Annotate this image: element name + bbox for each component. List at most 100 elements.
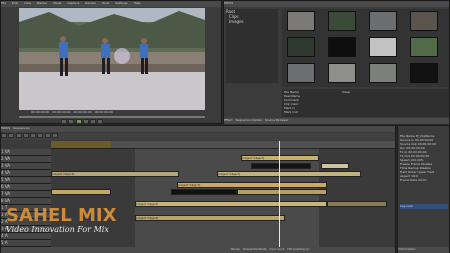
menu-tools[interactable]: Tools	[102, 1, 109, 5]
save-icon[interactable]	[15, 133, 22, 138]
info-value: Upper Field	[417, 170, 435, 174]
ripple-icon[interactable]	[51, 133, 58, 138]
bin-tabs: Effect Sequence marker Source Browser	[224, 118, 449, 124]
tab-effect[interactable]: Effect	[224, 118, 233, 122]
step-back-icon[interactable]	[68, 119, 75, 124]
bin-titlebar: EDIUS	[224, 1, 449, 7]
timeline-titlebar: EDIUS Sequence1	[1, 126, 395, 132]
status-mode: Overwrite Mode	[242, 247, 267, 251]
menu-edit[interactable]: Edit	[12, 1, 18, 5]
playhead[interactable]	[279, 141, 280, 247]
undo-icon[interactable]	[22, 133, 29, 138]
menu-capture[interactable]: Capture	[67, 1, 79, 5]
track-header[interactable]: 5 A	[1, 240, 51, 247]
menu-help[interactable]: Help	[134, 1, 141, 5]
track-header[interactable]: 6 VA	[1, 184, 51, 191]
cut-icon[interactable]	[37, 133, 44, 138]
track-header[interactable]: 1 VA	[1, 149, 51, 156]
track-header[interactable]: 4 A	[1, 233, 51, 240]
loop-icon[interactable]	[97, 119, 104, 124]
bin-title: EDIUS	[224, 1, 234, 5]
clip-thumbnail[interactable]	[328, 63, 356, 83]
folder-item-images[interactable]: Images	[226, 19, 278, 24]
watermark-brand: SAHEL MIX	[6, 205, 117, 226]
timeline-title: EDIUS	[1, 126, 11, 130]
timeline-clip[interactable]	[321, 163, 349, 169]
status-sync: Sync Lock	[269, 247, 285, 251]
watermark-tagline: Video Innovation For Mix	[6, 225, 109, 234]
track-header[interactable]: 4 VA	[1, 170, 51, 177]
clip-grid	[282, 9, 449, 87]
info-key: Frame Rate	[400, 178, 418, 182]
tab-information[interactable]: Information	[398, 247, 449, 253]
prop-value: Silver	[342, 90, 351, 94]
menu-mode[interactable]: Mode	[53, 1, 61, 5]
timeline-clip[interactable]: [object Object]	[135, 201, 327, 207]
clip-thumbnail[interactable]	[410, 37, 438, 57]
clip-thumbnail[interactable]	[369, 11, 397, 31]
clip-thumbnail[interactable]	[287, 11, 315, 31]
status-loading: HD Loading on	[287, 247, 310, 251]
timeline-clip[interactable]	[51, 189, 111, 195]
player-window: File Edit View Marker Mode Capture Rende…	[0, 0, 222, 124]
timecode-in: 00:00:00;00	[31, 110, 50, 114]
clip-thumbnail[interactable]	[369, 37, 397, 57]
info-value: 29.97	[418, 178, 427, 182]
folder-tree: Root Clips Images	[226, 9, 278, 83]
tab-source-browser[interactable]: Source Browser	[265, 118, 288, 122]
menu-file[interactable]: File	[1, 1, 6, 5]
menu-marker[interactable]: Marker	[37, 1, 47, 5]
timeline-clip[interactable]: [object Object]	[51, 171, 179, 177]
timecode-cur: 00:00:00;00	[94, 110, 113, 114]
step-forward-icon[interactable]	[82, 119, 89, 124]
bin-window: EDIUS Root Clips Images File Name Reel N…	[223, 0, 450, 124]
rewind-icon[interactable]	[61, 119, 67, 124]
project-name: Sequence1	[13, 126, 30, 130]
timeline-statusbar: Pause Overwrite Mode Sync Lock HD Loadin…	[1, 247, 395, 253]
track-header[interactable]: 5 VA	[1, 177, 51, 184]
track-header[interactable]: 8 VA	[1, 198, 51, 205]
clip-thumbnail[interactable]	[410, 63, 438, 83]
player-scrubber[interactable]	[19, 116, 205, 118]
player-timecodes: 00:00:00;00 00:00:00;00 00:00:00;00 00:0…	[31, 110, 113, 115]
layouter-item[interactable]: Layouter	[400, 204, 448, 209]
menu-settings[interactable]: Settings	[115, 1, 127, 5]
clip-thumbnail[interactable]	[328, 37, 356, 57]
timeline-clip[interactable]	[327, 201, 387, 207]
menu-render[interactable]: Render	[85, 1, 96, 5]
fast-forward-icon[interactable]	[90, 119, 97, 124]
status-pause: Pause	[231, 247, 240, 251]
prop-label: Mark Out	[284, 110, 298, 114]
track-header[interactable]: 2 VA	[1, 156, 51, 163]
new-sequence-icon[interactable]	[1, 133, 7, 138]
info-panel: File Name IP_ClipName Source In 00:00:00…	[397, 125, 450, 253]
clip-thumbnail[interactable]	[369, 63, 397, 83]
razor-icon[interactable]	[44, 133, 51, 138]
play-icon[interactable]	[75, 119, 82, 124]
watermark: SAHEL MIX Video Innovation For Mix	[6, 205, 117, 235]
open-icon[interactable]	[8, 133, 15, 138]
timeline-clip[interactable]: [object Object]	[241, 155, 319, 161]
redo-icon[interactable]	[30, 133, 37, 138]
timeline-clip[interactable]: [object Object]	[135, 215, 285, 221]
timeline-toolbar	[1, 133, 395, 140]
clip-thumbnail[interactable]	[287, 63, 315, 83]
timeline-clip[interactable]: [object Object]	[177, 182, 327, 188]
menu-view[interactable]: View	[24, 1, 31, 5]
timecode-dur: 00:00:00;00	[73, 110, 92, 114]
track-header[interactable]: 7 VA	[1, 191, 51, 198]
tab-sequence-marker[interactable]: Sequence marker	[236, 118, 262, 122]
player-menubar: File Edit View Marker Mode Capture Rende…	[1, 1, 221, 7]
timeline-clip[interactable]	[237, 189, 327, 195]
track-header[interactable]: 3 VA	[1, 163, 51, 170]
clip-thumbnail[interactable]	[328, 11, 356, 31]
timeline-clip[interactable]	[171, 189, 237, 195]
video-preview	[19, 8, 205, 110]
sequence-tab[interactable]	[51, 141, 111, 148]
clip-thumbnail[interactable]	[410, 11, 438, 31]
clip-properties: File Name Reel Name Comment Clip Color M…	[282, 89, 449, 117]
preview-scene	[19, 8, 205, 110]
timeline-clip[interactable]	[251, 163, 311, 169]
clip-thumbnail[interactable]	[287, 37, 315, 57]
timeline-clip[interactable]: [object Object]	[217, 171, 361, 177]
